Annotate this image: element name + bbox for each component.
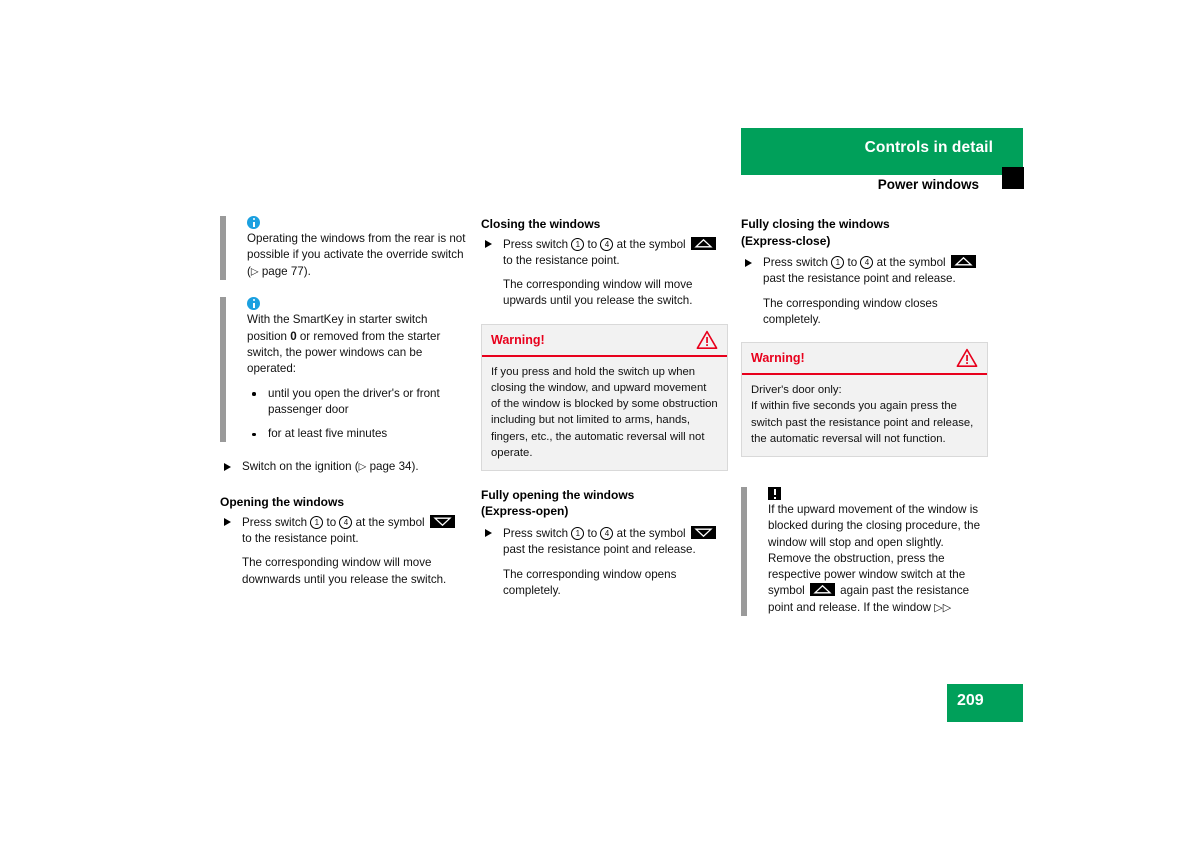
step-close-window: Press switch 1 to 4 at the symbol to the…: [481, 236, 728, 270]
warning-box-drivers-door: Warning! Driver's door only: If within f…: [741, 342, 988, 457]
note-icon-row: [247, 216, 467, 229]
note-block-override-switch: Operating the windows from the rear is n…: [220, 216, 467, 281]
warning-header: Warning!: [742, 343, 987, 376]
info-icon: [247, 297, 260, 311]
warning-text: If you press and hold the switch up when…: [491, 365, 718, 459]
note-text: Operating the windows from the rear is n…: [247, 232, 466, 278]
chapter-title: Controls in detail: [864, 139, 993, 156]
warning-triangle-icon: [956, 348, 978, 373]
page-header: Controls in detail Power windows: [741, 128, 1023, 192]
warning-text: Driver's door only: If within five secon…: [751, 384, 974, 445]
step-arrow-icon: [485, 240, 492, 248]
window-down-symbol-icon: [690, 525, 716, 539]
callout-number-4: 4: [860, 256, 874, 269]
warning-triangle-icon: [696, 330, 718, 355]
heading-closing-the-windows: Closing the windows: [481, 217, 601, 231]
continue-arrow-icon: ▷▷: [934, 601, 952, 614]
heading-opening-the-windows: Opening the windows: [220, 495, 344, 510]
left-column: Operating the windows from the rear is n…: [220, 216, 467, 602]
note-icon-row: [768, 487, 988, 500]
note-block-smartkey: With the SmartKey in starter switch posi…: [220, 297, 467, 443]
step-express-open: Press switch 1 to 4 at the symbol past t…: [481, 525, 728, 559]
callout-number-1: 1: [310, 515, 324, 529]
express-close-result: The corresponding window closes complete…: [763, 296, 938, 326]
window-down-symbol-icon: [429, 514, 455, 528]
step-express-close: Press switch 1 to 4 at the symbol past t…: [741, 255, 988, 288]
window-up-symbol-icon: [809, 583, 835, 597]
middle-column: Closing the windows Press switch 1 to 4 …: [481, 216, 728, 613]
express-open-result: The corresponding window opens completel…: [503, 567, 677, 597]
header-black-marker: [1002, 167, 1024, 189]
step-arrow-icon: [485, 529, 492, 538]
callout-number-1: 1: [571, 237, 585, 251]
step-switch-on-ignition: Switch on the ignition (▷ page 34).: [220, 459, 467, 476]
section-title: Power windows: [877, 177, 979, 192]
step-arrow-icon: [224, 518, 231, 527]
open-window-result: The corresponding window will move downw…: [242, 556, 447, 586]
step-arrow-icon: [745, 258, 752, 267]
page-number: 209: [957, 692, 984, 709]
window-up-symbol-icon: [950, 255, 976, 268]
callout-number-4: 4: [339, 515, 353, 529]
warning-title: Warning!: [751, 351, 805, 366]
warning-title: Warning!: [491, 332, 545, 347]
note-icon-row: [247, 297, 467, 311]
close-window-result: The corresponding window will move upwar…: [503, 278, 693, 308]
note-text: With the SmartKey in starter switch posi…: [247, 313, 441, 376]
heading-express-open: Fully opening the windows (Express-open): [481, 487, 635, 519]
callout-number-1: 1: [831, 256, 845, 269]
page-number-badge: 209: [947, 684, 1023, 722]
note-block-obstruction: If the upward movement of the window is …: [741, 487, 988, 617]
step-arrow-icon: [224, 462, 231, 471]
note-bullet-list: until you open the driver's or front pas…: [247, 386, 467, 443]
callout-number-4: 4: [600, 237, 614, 251]
callout-number-4: 4: [600, 526, 614, 540]
callout-number-1: 1: [571, 526, 585, 540]
reference-arrow-icon: ▷: [250, 266, 259, 278]
step-open-window: Press switch 1 to 4 at the symbol to the…: [220, 514, 467, 548]
list-item: for at least five minutes: [247, 426, 467, 442]
warning-header: Warning!: [482, 325, 727, 357]
info-icon: [247, 216, 260, 229]
heading-express-close: Fully closing the windows (Express-close…: [741, 217, 890, 248]
attention-icon: [768, 487, 781, 500]
list-item: until you open the driver's or front pas…: [247, 386, 467, 419]
note-text: If the upward movement of the window is …: [768, 503, 981, 614]
warning-box-closing: Warning! If you press and hold the switc…: [481, 323, 728, 471]
right-column: Fully closing the windows (Express-close…: [741, 216, 988, 633]
window-up-symbol-icon: [690, 236, 716, 250]
reference-arrow-icon: ▷: [358, 461, 367, 473]
